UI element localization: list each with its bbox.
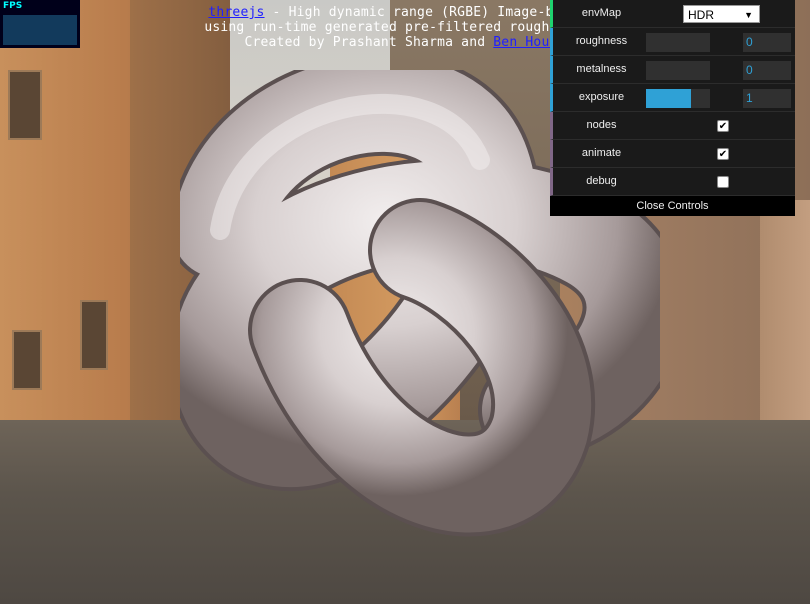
fps-graph [3,15,77,45]
nodes-checkbox[interactable]: ✔ [717,120,729,132]
roughness-slider[interactable] [646,33,710,52]
envmap-select[interactable]: HDR ▼ [683,5,760,23]
debug-checkbox[interactable] [717,176,729,188]
debug-row: debug [550,168,795,196]
window [80,300,108,370]
roughness-input[interactable]: 0 [743,33,791,52]
metalness-slider[interactable] [646,61,710,80]
threejs-link[interactable]: threejs [208,5,264,20]
window [12,330,42,390]
close-controls-button[interactable]: Close Controls [550,196,795,216]
metalness-label: metalness [576,63,627,75]
info-credits: Created by Prashant Sharma and [244,35,494,50]
fps-stats-panel[interactable]: FPS [0,0,80,48]
controls-panel: envMap HDR ▼ roughness 0 metalness 0 exp… [550,0,795,216]
exposure-slider[interactable] [646,89,710,108]
exposure-label: exposure [578,91,625,103]
roughness-row: roughness 0 [550,28,795,56]
chevron-down-icon: ▼ [744,10,753,20]
envmap-row: envMap HDR ▼ [550,0,795,28]
metalness-row: metalness 0 [550,56,795,84]
debug-label: debug [586,175,617,187]
animate-row: animate ✔ [550,140,795,168]
exposure-slider-fill [646,89,691,108]
metalness-input[interactable]: 0 [743,61,791,80]
exposure-row: exposure 1 [550,84,795,112]
animate-checkbox[interactable]: ✔ [717,148,729,160]
nodes-label: nodes [586,119,617,131]
roughness-label: roughness [575,35,628,47]
envmap-selected-value: HDR [688,8,714,22]
envmap-label: envMap [581,7,622,19]
window [8,70,42,140]
nodes-row: nodes ✔ [550,112,795,140]
fps-label: FPS [3,1,23,11]
exposure-input[interactable]: 1 [743,89,791,108]
animate-label: animate [581,147,622,159]
